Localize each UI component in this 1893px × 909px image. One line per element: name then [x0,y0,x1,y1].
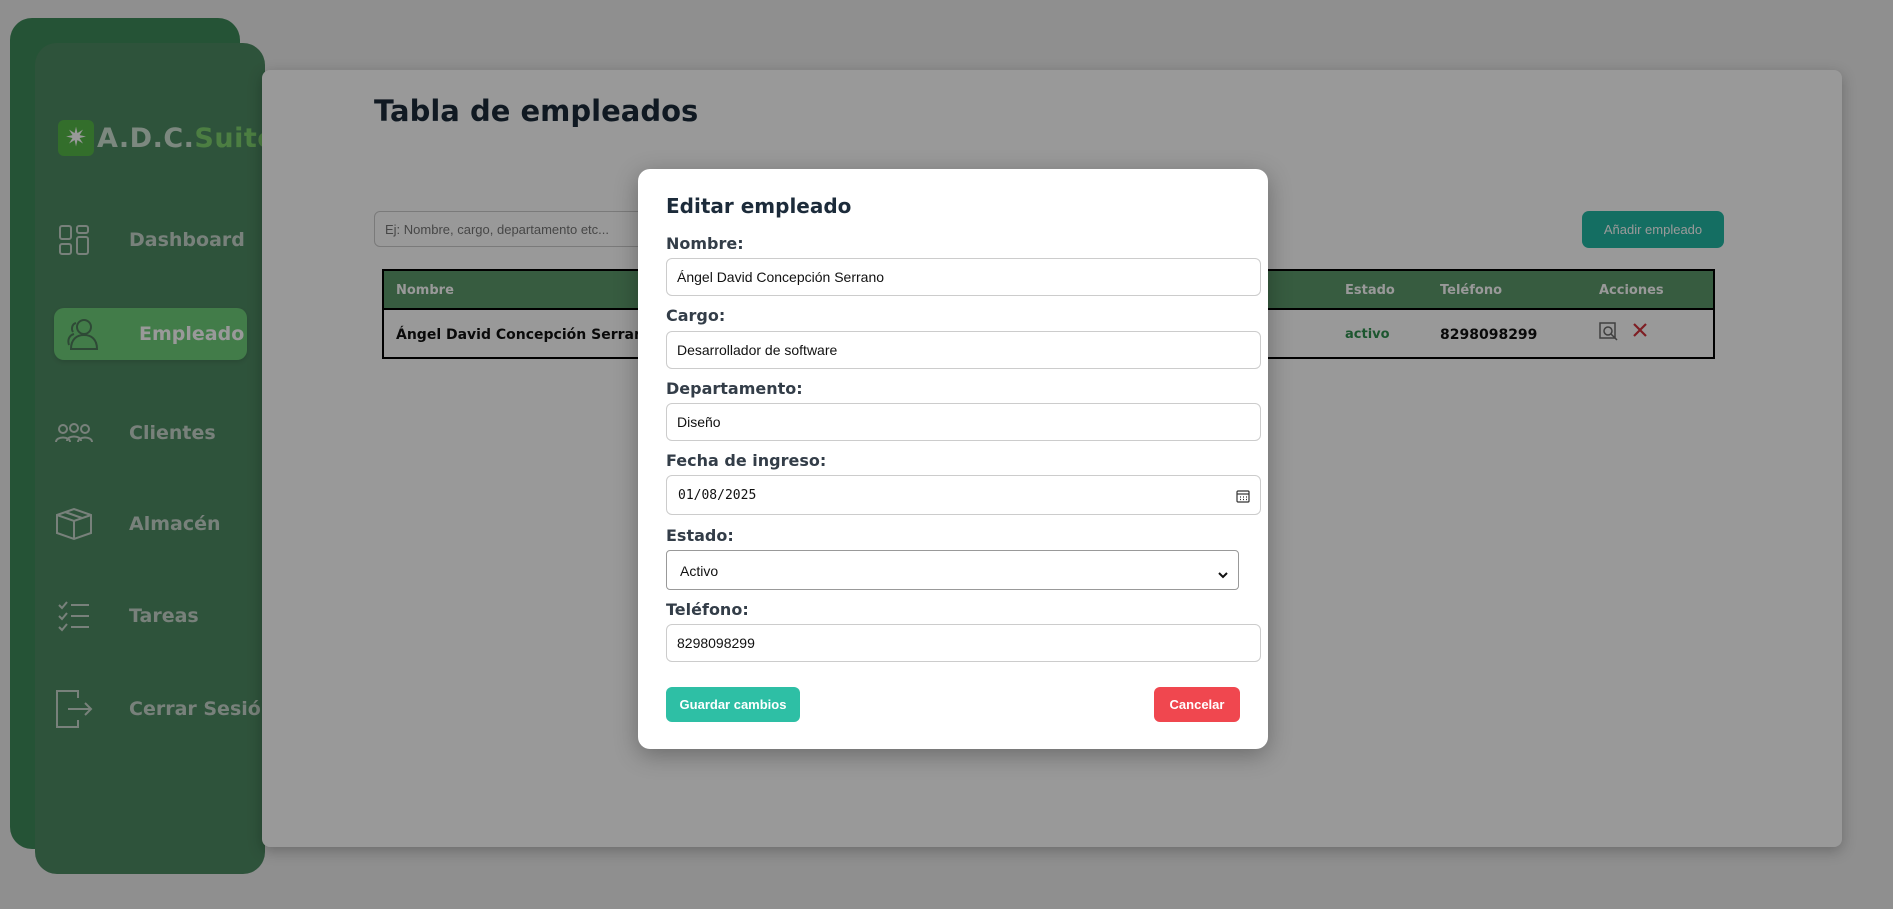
modal-title: Editar empleado [666,194,852,218]
estado-selected-value: Activo [680,563,719,579]
save-changes-button[interactable]: Guardar cambios [666,687,800,722]
departamento-label: Departamento: [666,379,803,398]
estado-label: Estado: [666,526,734,545]
telefono-field[interactable] [666,624,1261,662]
departamento-field[interactable] [666,403,1261,441]
edit-employee-modal: Editar empleado Nombre: Cargo: Departame… [638,169,1268,749]
fecha-ingreso-value: 01/08/2025 [678,488,757,503]
nombre-field[interactable] [666,258,1261,296]
cargo-field[interactable] [666,331,1261,369]
fecha-ingreso-field[interactable]: 01/08/2025 [666,475,1261,515]
calendar-icon[interactable] [1236,488,1250,507]
nombre-label: Nombre: [666,234,744,253]
estado-select[interactable]: Activo [666,550,1239,590]
cancel-button[interactable]: Cancelar [1154,687,1240,722]
fecha-ingreso-label: Fecha de ingreso: [666,451,827,470]
cargo-label: Cargo: [666,306,726,325]
telefono-label: Teléfono: [666,600,749,619]
chevron-down-icon [1218,565,1228,584]
